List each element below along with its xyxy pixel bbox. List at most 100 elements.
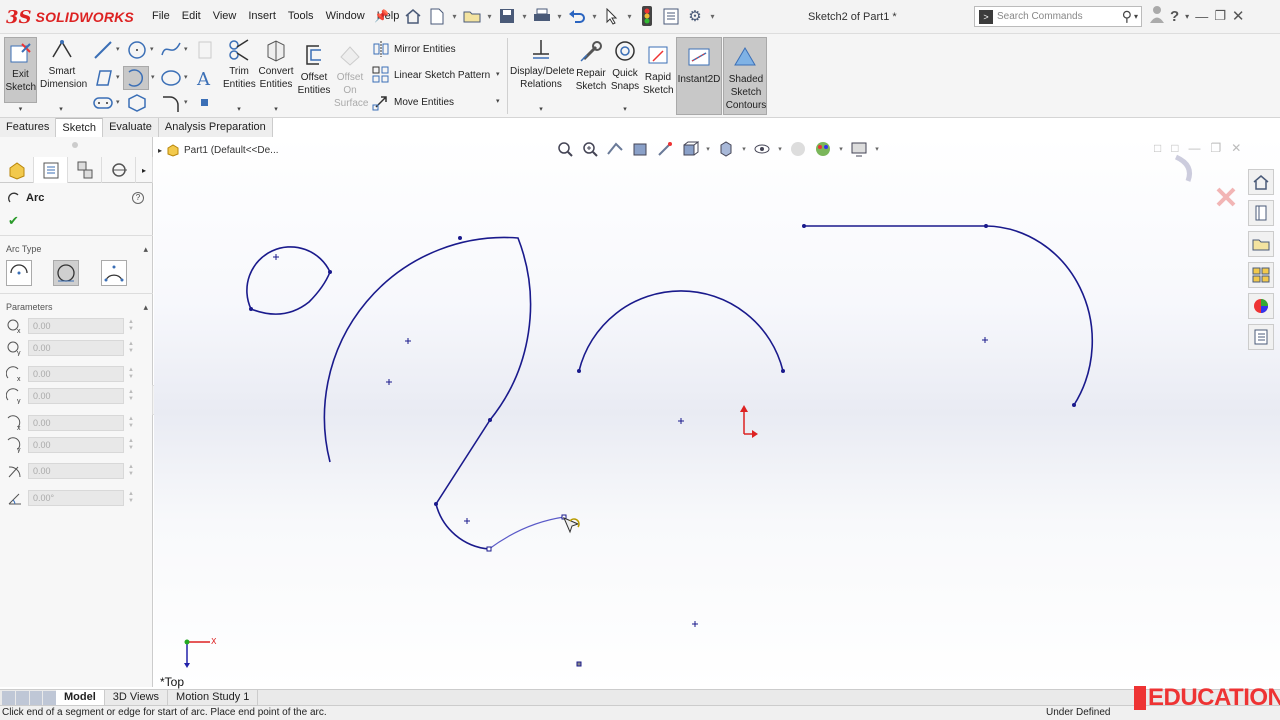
sketch-arc[interactable] bbox=[250, 271, 331, 315]
fillet-dropdown-icon[interactable]: ▾ bbox=[184, 98, 188, 106]
tab-model[interactable]: Model bbox=[56, 689, 105, 706]
end-x-input[interactable]: 0.00 bbox=[28, 415, 124, 431]
sketch-endpoint[interactable] bbox=[984, 224, 988, 228]
restore-icon[interactable]: ❐ bbox=[1214, 8, 1226, 24]
new-document-icon[interactable] bbox=[426, 4, 448, 28]
sketch-arc[interactable] bbox=[435, 419, 491, 505]
spinner-icon[interactable]: ▲ ▼ bbox=[128, 464, 134, 478]
arc-tool-button[interactable] bbox=[123, 66, 149, 90]
solidworks-resources-tab[interactable] bbox=[1248, 169, 1274, 195]
expand-arrow-icon[interactable]: ▸ bbox=[158, 146, 162, 155]
close-icon[interactable]: ✕ bbox=[1232, 7, 1245, 25]
sketch-endpoint[interactable] bbox=[488, 418, 492, 422]
slot-icon[interactable] bbox=[92, 93, 114, 113]
viewport-expand-icon[interactable]: □ bbox=[1171, 141, 1178, 155]
ellipse-dropdown-icon[interactable]: ▾ bbox=[184, 73, 188, 81]
tab-3d-views[interactable]: 3D Views bbox=[105, 689, 169, 706]
pattern-dropdown-icon[interactable]: ▾ bbox=[496, 70, 500, 78]
last-tab-icon[interactable] bbox=[43, 690, 56, 705]
radius-input[interactable]: 0.00 bbox=[28, 463, 124, 479]
file-explorer-tab[interactable] bbox=[1248, 231, 1274, 257]
home-icon[interactable] bbox=[402, 4, 424, 28]
ellipse-icon[interactable] bbox=[160, 67, 182, 89]
section-view-icon[interactable] bbox=[629, 139, 651, 159]
sketch-arc[interactable] bbox=[246, 246, 331, 310]
center-x-input[interactable]: 0.00 bbox=[28, 318, 124, 334]
centerpoint-arc-button[interactable] bbox=[6, 260, 32, 286]
tab-sketch[interactable]: Sketch bbox=[56, 118, 104, 137]
end-y-input[interactable]: 0.00 bbox=[28, 437, 124, 453]
property-manager-tab[interactable] bbox=[34, 157, 68, 183]
quick-snaps-dropdown-icon[interactable]: ▾ bbox=[619, 103, 631, 116]
convert-entities-button[interactable]: Convert Entities bbox=[258, 37, 294, 91]
custom-properties-tab[interactable] bbox=[1248, 324, 1274, 350]
search-icon[interactable]: ⚲ bbox=[1122, 8, 1132, 25]
three-point-arc-button[interactable] bbox=[101, 260, 127, 286]
new-dropdown-icon[interactable]: ▾ bbox=[450, 4, 459, 28]
relations-dropdown-icon[interactable]: ▾ bbox=[535, 103, 547, 116]
sketch-endpoint[interactable] bbox=[486, 546, 492, 552]
sketch-endpoint[interactable] bbox=[434, 502, 438, 506]
view-orientation-icon[interactable] bbox=[679, 139, 701, 159]
hide-show-items-icon[interactable] bbox=[751, 139, 773, 159]
circle-dropdown-icon[interactable]: ▾ bbox=[150, 45, 154, 53]
sketch-endpoint[interactable] bbox=[328, 270, 332, 274]
options-gear-icon[interactable]: ⚙ bbox=[684, 4, 706, 28]
sketch-arc[interactable] bbox=[578, 290, 784, 372]
panel-more-tabs[interactable]: ▸ bbox=[136, 157, 153, 183]
spinner-icon[interactable]: ▲ ▼ bbox=[128, 389, 134, 403]
arc-center-mark[interactable] bbox=[692, 621, 698, 627]
previous-view-icon[interactable] bbox=[604, 139, 626, 159]
arc-center-mark[interactable] bbox=[405, 338, 411, 344]
tab-motion-study-1[interactable]: Motion Study 1 bbox=[168, 689, 259, 706]
line-dropdown-icon[interactable]: ▾ bbox=[116, 45, 120, 53]
arc-center-mark[interactable] bbox=[273, 254, 279, 260]
sketch-extra-icon[interactable] bbox=[198, 41, 212, 59]
sketch-endpoint[interactable] bbox=[781, 369, 785, 373]
instant2d-button[interactable]: Instant2D bbox=[676, 37, 722, 115]
tangent-arc-button[interactable] bbox=[53, 260, 79, 286]
line-icon[interactable] bbox=[92, 39, 114, 61]
help-question-icon[interactable]: ? bbox=[1170, 8, 1179, 25]
text-icon[interactable]: A bbox=[194, 67, 214, 89]
start-y-input[interactable]: 0.00 bbox=[28, 388, 124, 404]
pin-menu-icon[interactable]: 📌 bbox=[374, 9, 389, 23]
spinner-icon[interactable]: ▲ ▼ bbox=[128, 416, 134, 430]
save-dropdown-icon[interactable]: ▾ bbox=[520, 4, 529, 28]
menu-insert[interactable]: Insert bbox=[242, 10, 282, 22]
spinner-icon[interactable]: ▲ ▼ bbox=[128, 319, 134, 333]
move-dropdown-icon[interactable]: ▾ bbox=[496, 97, 500, 105]
tab-features[interactable]: Features bbox=[0, 118, 57, 137]
arc-center-mark[interactable] bbox=[386, 379, 392, 385]
undo-dropdown-icon[interactable]: ▾ bbox=[590, 4, 599, 28]
menu-file[interactable]: File bbox=[146, 10, 176, 22]
sketch-arc[interactable] bbox=[323, 236, 532, 463]
cancel-x-icon[interactable] bbox=[1216, 187, 1236, 207]
rectangle-dropdown-icon[interactable]: ▾ bbox=[116, 73, 120, 81]
options-dropdown-icon[interactable]: ▾ bbox=[708, 4, 717, 28]
convert-dropdown-icon[interactable]: ▾ bbox=[270, 103, 282, 116]
dynamic-annotation-icon[interactable] bbox=[654, 139, 676, 159]
arc-type-group-header[interactable]: Arc Type ▴ bbox=[6, 244, 148, 255]
file-properties-icon[interactable] bbox=[660, 4, 682, 28]
solidworks-logo[interactable]: 3S SOLIDWORKS bbox=[6, 4, 134, 30]
center-y-input[interactable]: 0.00 bbox=[28, 340, 124, 356]
rebuild-traffic-light-icon[interactable] bbox=[636, 4, 658, 28]
view-palette-tab[interactable] bbox=[1248, 262, 1274, 288]
prev-tab-icon[interactable] bbox=[15, 690, 29, 705]
spinner-icon[interactable]: ▲ ▼ bbox=[128, 367, 134, 381]
angle-input[interactable]: 0.00° bbox=[28, 490, 124, 506]
polygon-icon[interactable] bbox=[126, 93, 148, 113]
print-icon[interactable] bbox=[531, 4, 553, 28]
start-x-input[interactable]: 0.00 bbox=[28, 366, 124, 382]
spinner-icon[interactable]: ▲ ▼ bbox=[128, 491, 134, 505]
search-dropdown-icon[interactable]: ▾ bbox=[1134, 12, 1138, 21]
viewport-close-icon[interactable]: ✕ bbox=[1231, 141, 1241, 155]
rectangle-icon[interactable] bbox=[92, 67, 114, 89]
select-cursor-icon[interactable] bbox=[601, 4, 623, 28]
smart-dimension-dropdown-icon[interactable]: ▾ bbox=[55, 103, 67, 116]
sketch-point[interactable] bbox=[576, 661, 582, 667]
sketch-endpoint[interactable] bbox=[577, 369, 581, 373]
linear-sketch-pattern-button[interactable]: Linear Sketch Pattern bbox=[372, 66, 490, 84]
slot-dropdown-icon[interactable]: ▾ bbox=[116, 98, 120, 106]
